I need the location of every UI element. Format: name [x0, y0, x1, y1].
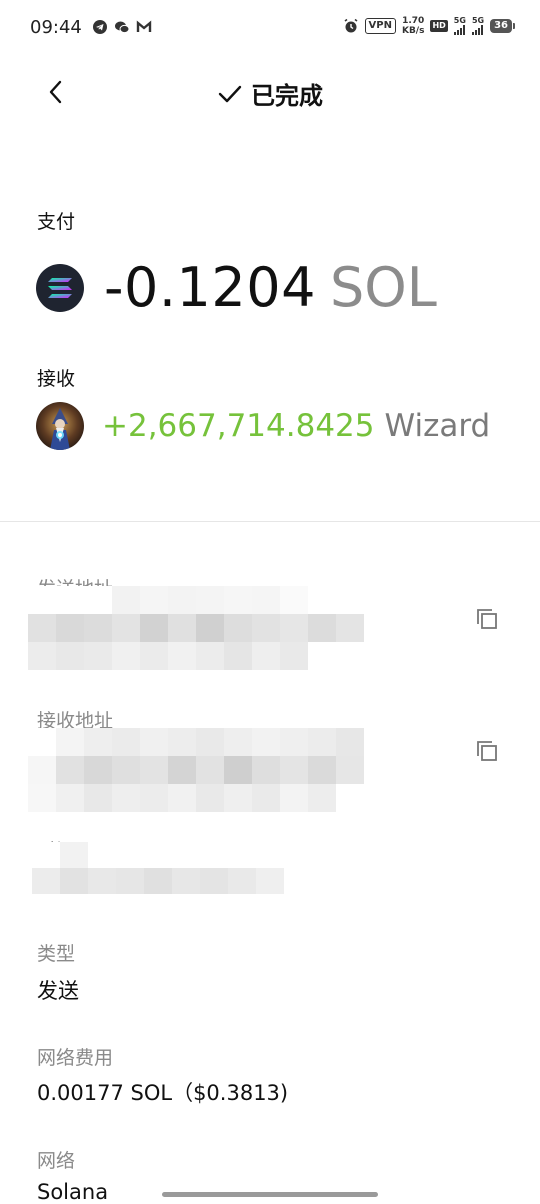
signal-2: 5G [471, 16, 485, 35]
wizard-token-avatar [36, 402, 84, 450]
alarm-icon [344, 18, 358, 33]
fee-label: 网络费用 [37, 1047, 114, 1069]
copy-to-address-icon[interactable] [474, 738, 500, 764]
receive-amount: +2,667,714.8425 [102, 408, 375, 444]
network-value: Solana [37, 1180, 109, 1204]
signal-1: 5G [453, 16, 466, 35]
payment-label: 支付 [37, 211, 76, 233]
payment-unit: SOL [329, 256, 437, 319]
payment-row: -0.1204 SOL [36, 256, 437, 319]
payment-amount: -0.1204 [104, 256, 316, 319]
status-time: 09:44 [30, 17, 82, 38]
receive-unit: Wizard [384, 408, 491, 444]
network-label: 网络 [37, 1150, 76, 1172]
vpn-badge: VPN [364, 18, 396, 34]
page-title: 已完成 [0, 76, 540, 111]
telegram-icon [93, 20, 107, 34]
network-speed: 1.70 KB/s [402, 16, 424, 36]
type-label: 类型 [37, 943, 76, 965]
notification-icons [92, 19, 152, 35]
signal-bars-icon [471, 25, 484, 35]
redacted-time [32, 842, 284, 894]
gmail-icon [136, 20, 152, 32]
receive-label: 接收 [37, 368, 76, 390]
signal-bars-icon [453, 25, 466, 35]
network-type-1: 5G [453, 16, 466, 25]
receive-row: +2,667,714.8425 Wizard [36, 402, 490, 450]
speed-unit: KB/s [401, 26, 425, 36]
home-indicator[interactable] [162, 1192, 378, 1197]
section-divider [0, 521, 540, 522]
wechat-icon [115, 21, 130, 34]
speed-value: 1.70 [402, 16, 425, 26]
status-title: 已完成 [251, 82, 323, 110]
type-value: 发送 [37, 979, 79, 1003]
network-type-2: 5G [471, 16, 485, 25]
redacted-to-address [28, 728, 364, 812]
redacted-from-address [28, 586, 364, 670]
copy-from-address-icon[interactable] [474, 606, 500, 632]
status-bar: 09:44 VPN 1.70 KB/s HD 5G 5G 36 [0, 0, 540, 56]
solana-logo-icon [36, 263, 84, 312]
fee-value: 0.00177 SOL（$0.3813) [37, 1081, 289, 1105]
battery-indicator: 36 [490, 19, 515, 33]
hd-badge: HD [430, 20, 448, 32]
checkmark-icon [218, 85, 242, 102]
system-indicators: VPN 1.70 KB/s HD 5G 5G 36 [343, 16, 515, 36]
